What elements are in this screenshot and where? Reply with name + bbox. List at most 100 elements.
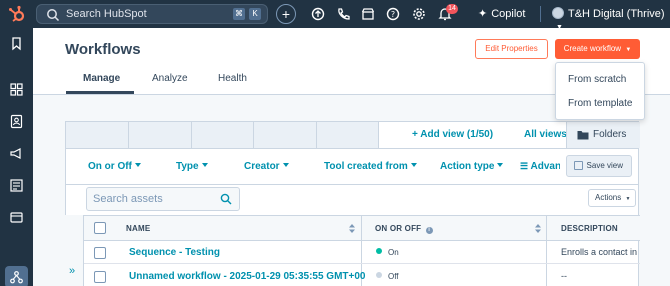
expand-sidebar-chevrons-icon[interactable]: » [69,265,75,277]
filter-action-type[interactable]: Action type [440,161,504,172]
caret-down-icon [497,163,504,167]
view-tab[interactable] [66,122,129,148]
folders-button[interactable]: Folders [566,122,640,148]
shortcut-key-k: K [249,8,261,20]
table-toolbar: Search assets Actions ▼ [65,185,639,215]
column-header-name[interactable]: NAME [126,224,150,233]
create-workflow-menu: From scratch From template [555,62,645,120]
bookmark-icon[interactable] [9,36,24,51]
filter-label: Advan [530,161,561,172]
create-workflow-label: Create workflow [563,44,622,53]
save-icon [574,161,583,170]
all-views-link[interactable]: All views [524,129,567,140]
contacts-icon[interactable] [9,114,24,129]
automation-icon[interactable] [9,270,24,285]
description-cell: -- [561,271,567,281]
edit-properties-button[interactable]: Edit Properties [475,39,548,59]
filter-type[interactable]: Type [176,161,208,172]
filter-sliders-icon: ☰ [520,161,529,171]
filter-label: Type [176,161,199,172]
marketing-megaphone-icon[interactable] [9,146,24,161]
sort-icon[interactable] [349,224,355,233]
top-navigation-bar: Search HubSpot ⌘ K + ? 14 ✦ Copilot T&H D… [0,0,670,31]
filters-row: On or Off Type Creator Tool created from… [65,148,639,185]
shortcut-key-cmd: ⌘ [233,8,245,20]
svg-text:?: ? [391,10,395,19]
actions-label: Actions [595,193,622,202]
quick-create-button[interactable]: + [276,4,296,24]
workflow-name-link[interactable]: Sequence - Testing [129,247,220,258]
table-row[interactable]: Unnamed workflow - 2025-01-29 05:35:55 G… [84,265,640,286]
filter-label: Creator [244,161,280,172]
workflow-name-link[interactable]: Unnamed workflow - 2025-01-29 05:35:55 G… [129,271,365,282]
view-tab[interactable] [317,122,379,148]
notifications-count-badge: 14 [446,4,458,14]
page-title: Workflows [65,41,141,58]
view-tab[interactable] [254,122,317,148]
upgrade-icon[interactable] [310,6,326,22]
row-checkbox[interactable] [94,247,106,259]
content-icon[interactable] [9,178,24,193]
table-header: NAME ON OR OFF i DESCRIPTION [84,215,640,286]
caret-down-icon: ▼ [625,47,632,53]
actions-dropdown[interactable]: Actions ▼ [588,189,636,207]
search-icon [47,9,60,22]
row-checkbox[interactable] [94,271,106,283]
tab-health[interactable]: Health [218,73,247,84]
topbar-divider [540,6,541,22]
hubspot-logo-icon[interactable] [7,5,27,23]
info-icon: i [425,227,433,234]
filter-on-or-off[interactable]: On or Off [88,161,141,172]
copilot-button[interactable]: ✦ Copilot [478,7,525,20]
active-tab-indicator [66,91,134,94]
filter-label: Action type [440,161,495,172]
tab-analyze[interactable]: Analyze [152,73,188,84]
copilot-label: Copilot [491,8,526,20]
column-header-on-or-off[interactable]: ON OR OFF i [375,224,433,234]
commerce-icon[interactable] [9,210,24,225]
filter-label: On or Off [88,161,132,172]
advanced-filters-button[interactable]: ☰ Advan [520,161,560,172]
left-sidebar [0,28,33,286]
select-all-checkbox[interactable] [94,222,106,234]
settings-gear-icon[interactable] [411,6,427,22]
help-icon[interactable]: ? [385,6,401,22]
add-view-button[interactable]: + Add view (1/50) [412,129,493,140]
global-search-bar[interactable]: Search HubSpot ⌘ K [36,4,268,24]
search-assets-input[interactable]: Search assets [86,187,240,211]
menu-item-from-template[interactable]: From template [568,98,632,109]
caret-down-icon [201,163,208,167]
status-label: On [388,248,399,257]
column-header-description[interactable]: DESCRIPTION [561,224,618,233]
filter-tool-created-from[interactable]: Tool created from [324,161,417,172]
save-view-button[interactable]: Save view [566,155,632,177]
phone-icon[interactable] [335,6,351,22]
status-cell: On [376,248,399,257]
save-view-label: Save view [586,161,623,170]
sort-icon[interactable] [535,224,541,233]
sparkle-icon: ✦ [478,8,488,20]
workflows-table: NAME ON OR OFF i DESCRIPTION Sequence - … [83,215,640,286]
caret-down-icon [282,163,289,167]
menu-item-from-scratch[interactable]: From scratch [568,74,626,85]
caret-down-icon [410,163,417,167]
view-tab[interactable] [129,122,192,148]
filter-creator[interactable]: Creator [244,161,289,172]
avatar [552,7,564,19]
search-assets-placeholder: Search assets [93,193,163,205]
search-icon [220,193,232,205]
caret-down-icon: ▼ [625,196,631,202]
view-tab[interactable] [192,122,254,148]
account-name: T&H Digital (Thrive) [568,8,665,20]
marketplace-icon[interactable] [360,6,376,22]
description-cell: Enrolls a contact in [561,247,638,257]
tab-manage[interactable]: Manage [83,73,120,84]
apps-grid-icon[interactable] [9,82,24,97]
caret-down-icon [134,163,141,167]
folders-label: Folders [593,129,627,140]
status-off-dot [376,272,382,278]
table-row[interactable]: Sequence - Testing On Enrolls a contact … [84,241,640,264]
folder-icon [577,131,589,140]
create-workflow-button[interactable]: Create workflow ▼ [555,39,640,59]
filter-label: Tool created from [324,161,408,172]
